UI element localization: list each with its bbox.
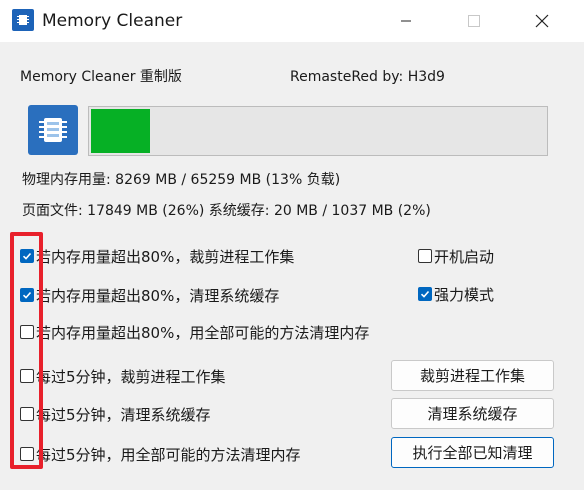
option-label: 每过5分钟，清理系统缓存 — [36, 405, 211, 424]
checkbox[interactable] — [418, 249, 432, 263]
memory-usage-fill — [91, 109, 150, 153]
memory-usage-bar — [88, 106, 548, 156]
title-bar: Memory Cleaner — [0, 0, 584, 42]
run-all-cleanup-button[interactable]: 执行全部已知清理 — [391, 437, 554, 468]
option-startup[interactable]: 开机启动 — [418, 245, 494, 267]
physical-memory-stat: 物理内存用量: 8269 MB / 65259 MB (13% 负载) — [22, 172, 341, 188]
trim-working-set-button[interactable]: 裁剪进程工作集 — [391, 360, 554, 391]
minimize-button[interactable] — [378, 0, 434, 42]
option-label: 若内存用量超出80%，裁剪进程工作集 — [36, 247, 295, 266]
maximize-icon — [468, 15, 480, 27]
checkbox[interactable] — [418, 287, 432, 301]
window-title: Memory Cleaner — [42, 11, 183, 31]
option-label: 若内存用量超出80%，清理系统缓存 — [36, 286, 280, 305]
close-button[interactable] — [514, 0, 570, 42]
option-strong-mode[interactable]: 强力模式 — [418, 283, 494, 305]
option-label: 若内存用量超出80%，用全部可能的方法清理内存 — [36, 323, 370, 342]
clear-system-cache-button[interactable]: 清理系统缓存 — [391, 398, 554, 429]
option-timer-all-5[interactable]: 每过5分钟，用全部可能的方法清理内存 — [20, 443, 301, 465]
option-auto-cache-80[interactable]: 若内存用量超出80%，清理系统缓存 — [20, 284, 279, 306]
maximize-button[interactable] — [446, 0, 502, 42]
option-timer-trim-5[interactable]: 每过5分钟，裁剪进程工作集 — [20, 365, 226, 387]
page-file-cache-stat: 页面文件: 17849 MB (26%) 系统缓存: 20 MB / 1037 … — [22, 203, 431, 219]
option-label: 开机启动 — [434, 247, 495, 266]
option-label: 强力模式 — [434, 285, 495, 304]
minimize-icon — [401, 20, 411, 22]
option-timer-cache-5[interactable]: 每过5分钟，清理系统缓存 — [20, 403, 211, 425]
option-auto-trim-80[interactable]: 若内存用量超出80%，裁剪进程工作集 — [20, 245, 294, 267]
author-label: RemasteRed by: H3d9 — [290, 69, 445, 85]
app-version-label: Memory Cleaner 重制版 — [20, 69, 182, 85]
option-label: 每过5分钟，裁剪进程工作集 — [36, 367, 226, 386]
memory-chip-icon — [28, 105, 78, 155]
check-icon — [420, 290, 430, 298]
option-auto-all-80[interactable]: 若内存用量超出80%，用全部可能的方法清理内存 — [20, 321, 369, 343]
close-icon — [535, 14, 549, 28]
memory-chip-icon — [12, 9, 34, 31]
highlight-frame — [10, 232, 43, 469]
option-label: 每过5分钟，用全部可能的方法清理内存 — [36, 445, 301, 464]
